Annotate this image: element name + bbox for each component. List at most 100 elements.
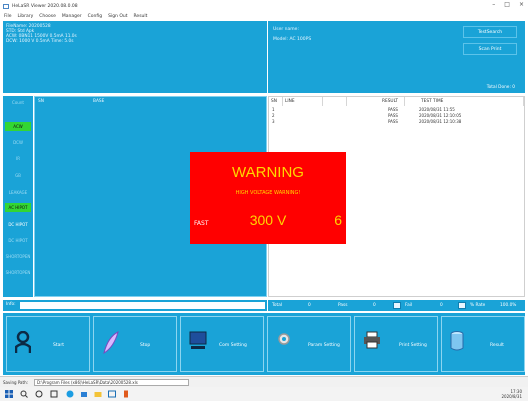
minimize-button[interactable]: – (492, 1, 495, 8)
menu-bar: File Library Choose Manager Config Sign … (0, 12, 528, 21)
table-row[interactable]: 3 PASS 2020/08/31 12:10:38 (269, 119, 524, 125)
row-result: PASS (388, 107, 398, 112)
rate-label: % Rate (470, 303, 486, 308)
close-button[interactable]: × (519, 1, 524, 8)
saving-path-field[interactable]: D:\Program Files (x86)\HeLaSR\Data\20200… (34, 379, 189, 386)
step-count: Count (12, 100, 24, 105)
tray-date: 2020/8/31 (501, 394, 522, 399)
param-setting-button[interactable]: Param Setting (267, 316, 351, 372)
status-bar: Saving Path: D:\Program Files (x86)\HeLa… (0, 376, 528, 387)
menu-library[interactable]: Library (18, 14, 34, 19)
row-sn: 2 (272, 113, 275, 118)
column-header-line[interactable]: LINE (283, 97, 323, 106)
rate-value: 100.0% (500, 303, 517, 308)
menu-config[interactable]: Config (88, 14, 102, 19)
row-time: 2020/08/31 12:10:05 (419, 113, 462, 118)
feather-icon (103, 331, 119, 355)
com-setting-button[interactable]: Com Setting (180, 316, 264, 372)
pass-value: 0 (373, 303, 376, 308)
step-ir[interactable]: IR (5, 154, 31, 163)
tester-app-icon[interactable] (122, 390, 130, 398)
info-row: Info: (3, 300, 267, 311)
task-view-icon[interactable] (35, 390, 43, 398)
printer-icon (364, 331, 380, 349)
file-explorer-icon[interactable] (94, 390, 102, 398)
fail-value: 0 (440, 303, 443, 308)
step-ac-hipot[interactable]: AC HIPOT (5, 203, 31, 212)
column-header-sn[interactable]: SN (269, 97, 283, 106)
total-label: Total (272, 303, 283, 308)
rate-indicator (458, 302, 466, 309)
menu-choose[interactable]: Choose (39, 14, 56, 19)
saving-path-label: Saving Path: (3, 380, 28, 385)
widgets-icon[interactable] (50, 390, 58, 398)
maximize-button[interactable]: □ (504, 1, 510, 8)
row-time: 2020/08/31 12:10:38 (419, 119, 462, 124)
app-icon (3, 3, 9, 9)
step-list: Count ACW DCW IR GB LEAKAGE AC HIPOT DC … (3, 96, 33, 297)
database-icon (450, 331, 464, 351)
action-bar: Start Stop Com Setting Param Setting Pri… (3, 313, 525, 375)
result-button[interactable]: Result (441, 316, 525, 372)
row-sn: 3 (272, 119, 275, 124)
start-button[interactable]: Start (6, 316, 90, 372)
step-dcw[interactable]: DCW (5, 138, 31, 147)
info-field (20, 302, 265, 309)
row-time: 2020/08/31 11:55 (419, 107, 455, 112)
row-sn: 1 (272, 107, 275, 112)
high-voltage-warning-dialog: WARNING HIGH VOLTAGE WARNING! FAST 300 V… (190, 152, 346, 244)
pass-label: Pass (338, 303, 348, 308)
window-title: HeLaSR Viewer 2020.08.0.08 (12, 3, 78, 9)
warning-title: WARNING (232, 164, 304, 181)
com-setting-label: Com Setting (219, 343, 247, 348)
column-header-test-time[interactable]: TEST TIME (405, 97, 524, 106)
menu-manager[interactable]: Manager (62, 14, 82, 19)
print-setting-button[interactable]: Print Setting (354, 316, 438, 372)
print-setting-label: Print Setting (399, 343, 427, 348)
warning-voltage: 300 V (249, 212, 287, 228)
step-gb[interactable]: GB (5, 171, 31, 180)
warning-subtitle: HIGH VOLTAGE WARNING! (235, 190, 301, 196)
menu-result[interactable]: Result (134, 14, 148, 19)
test-info-panel: FileName: 20200528 STD: Std Apk ACW: 0BN… (3, 21, 267, 93)
warning-count: 6 (334, 212, 342, 228)
column-header-result[interactable]: RESULT (347, 97, 405, 106)
info-label: Info: (6, 302, 16, 307)
stop-label: Stop (140, 343, 151, 348)
user-icon (15, 331, 31, 353)
fail-label: Fail (405, 303, 413, 308)
stats-row: Total 0 Pass 0 Fail 0 % Rate 100.0% (268, 300, 525, 311)
app-window-icon[interactable] (108, 390, 116, 398)
step-acw[interactable]: ACW (5, 122, 31, 131)
gear-icon (278, 333, 290, 345)
total-value: 0 (308, 303, 311, 308)
test-search-button[interactable]: TestSearch (463, 26, 517, 38)
total-done-label: Total Done: 0 (486, 85, 515, 90)
chart-header-sn: SN (38, 99, 44, 104)
menu-sign-out[interactable]: Sign Out (108, 14, 127, 19)
step-dc-hipot[interactable]: DC HIPOT (5, 220, 31, 229)
stop-button[interactable]: Stop (93, 316, 177, 372)
step-shortopen-2[interactable]: SHORTOPEN (5, 268, 31, 277)
scan-print-button[interactable]: Scan Print (463, 43, 517, 55)
taskbar: 17:30 2020/8/31 (0, 387, 528, 401)
step-dc-hipot-2[interactable]: DC HIPOT (5, 236, 31, 245)
info-line: DCW: 1000 V 0.5mA Time: 5.0s (6, 39, 74, 44)
row-result: PASS (388, 119, 398, 124)
search-icon[interactable] (20, 390, 28, 398)
start-label: Start (53, 343, 64, 348)
row-result: PASS (388, 113, 398, 118)
title-bar: HeLaSR Viewer 2020.08.0.08 – □ × (0, 0, 528, 12)
user-name-label: User name: (273, 27, 299, 32)
result-label: Result (490, 343, 504, 348)
windows-start-icon[interactable] (5, 390, 13, 398)
store-icon[interactable] (80, 390, 88, 398)
user-panel: User name: Model: AC 100PS TestSearch Sc… (268, 21, 525, 93)
param-setting-label: Param Setting (308, 343, 340, 348)
column-header-line-2[interactable] (323, 97, 347, 106)
step-shortopen[interactable]: SHORTOPEN (5, 252, 31, 261)
step-leakage[interactable]: LEAKAGE (5, 188, 31, 197)
chart-header-base: BASE (93, 99, 105, 104)
menu-file[interactable]: File (4, 14, 12, 19)
edge-browser-icon[interactable] (66, 390, 74, 398)
